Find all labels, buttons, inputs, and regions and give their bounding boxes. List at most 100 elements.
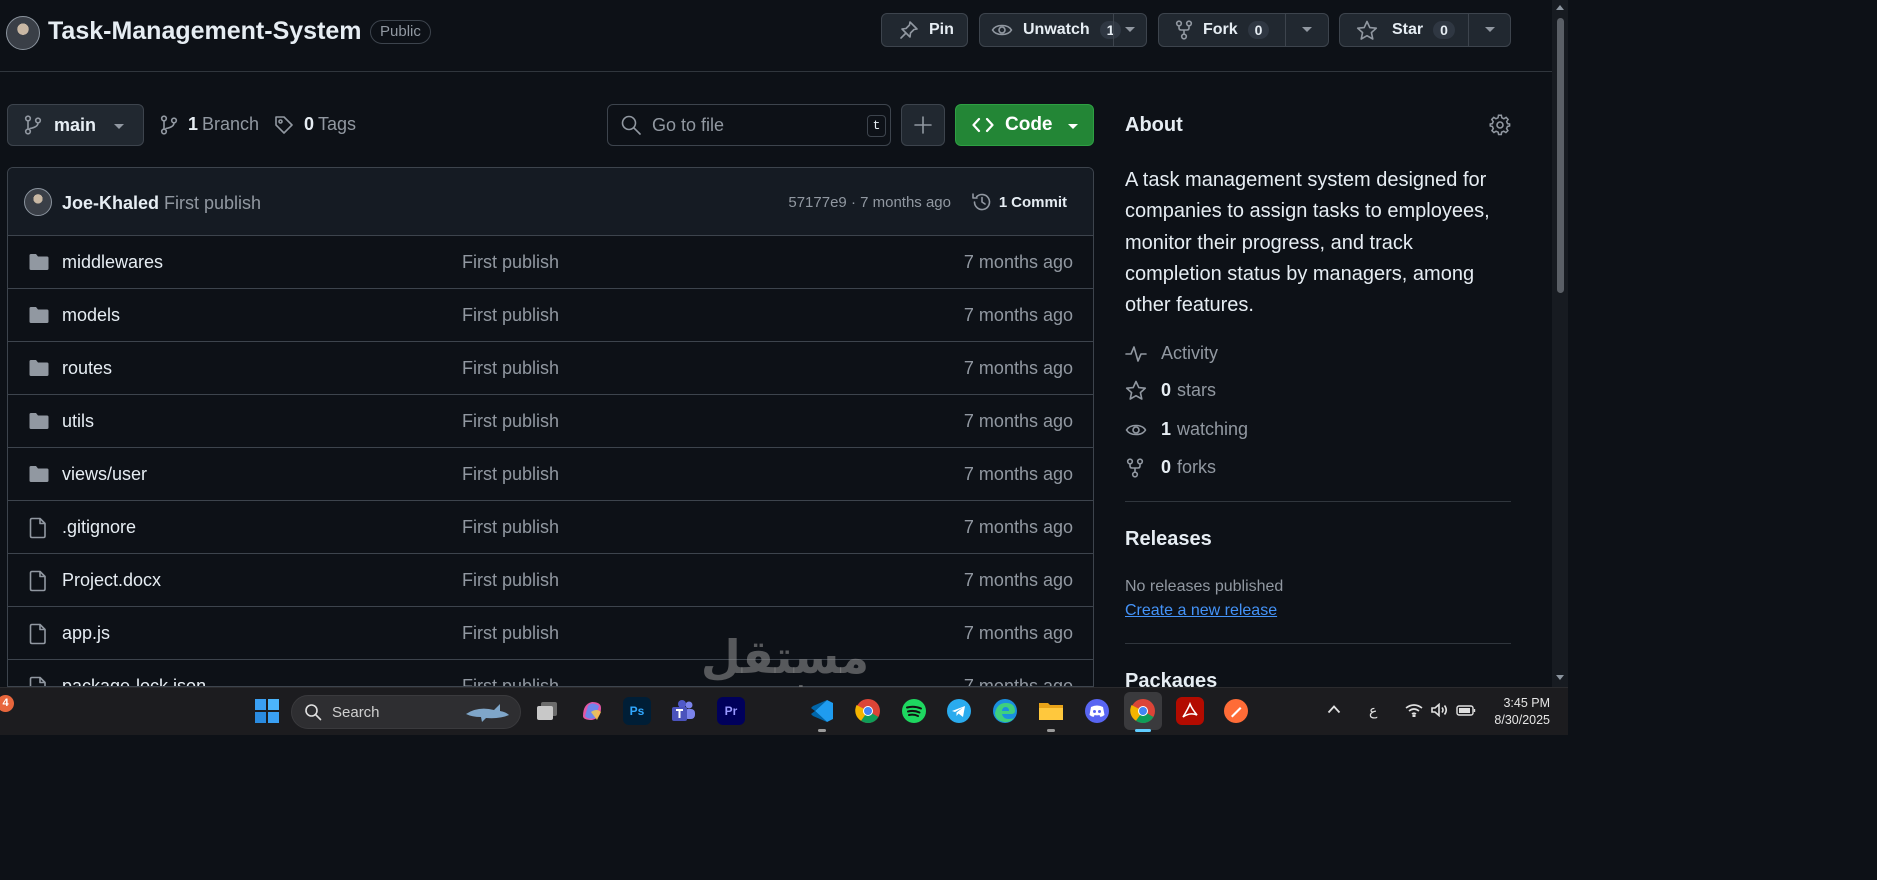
forks-link[interactable]: 0 forks [1125,457,1216,478]
chevron-down-icon[interactable] [1469,14,1511,46]
fork-label: Fork [1203,21,1238,38]
running-indicator [818,729,826,732]
file-name[interactable]: Project.docx [62,570,161,591]
commits-link[interactable]: 1 Commit [971,191,1067,213]
forks-label: forks [1177,457,1217,477]
forks-count: 0 [1161,457,1172,477]
teams-icon[interactable] [669,697,697,725]
add-file-button[interactable] [901,104,945,146]
chrome-icon[interactable] [854,697,882,725]
repo-header: Task-Management-System Public Pin Unwatc… [0,0,1552,72]
scroll-thumb[interactable] [1557,18,1564,293]
branches-link[interactable]: 1 Branch [160,114,259,135]
file-name[interactable]: views/user [62,464,147,485]
acrobat-icon[interactable] [1176,697,1204,725]
file-row[interactable]: models First publish 7 months ago [8,289,1093,342]
activity-link[interactable]: Activity [1125,343,1218,364]
stars-link[interactable]: 0 stars [1125,380,1216,401]
go-to-file-input[interactable] [652,114,852,136]
file-row[interactable]: app.js First publish 7 months ago [8,607,1093,660]
tag-count: 0 [304,114,315,134]
clock-time: 3:45 PM [1503,696,1550,710]
watching-link[interactable]: 1 watching [1125,419,1248,440]
keyboard-language[interactable]: ع [1369,702,1377,719]
file-commit-message[interactable]: First publish [462,411,559,432]
commit-message[interactable]: First publish [164,193,261,214]
file-commit-message[interactable]: First publish [462,570,559,591]
create-release-link[interactable]: Create a new release [1125,602,1277,620]
star-icon [1125,380,1147,401]
chevron-down-icon[interactable] [1114,14,1146,46]
file-explorer-icon[interactable] [1037,697,1065,725]
file-row[interactable]: views/user First publish 7 months ago [8,448,1093,501]
running-indicator [1047,729,1055,732]
discord-icon[interactable] [1083,697,1111,725]
file-row[interactable]: utils First publish 7 months ago [8,395,1093,448]
file-commit-message[interactable]: First publish [462,358,559,379]
file-name[interactable]: routes [62,358,112,379]
repo-title[interactable]: Task-Management-System [48,17,362,46]
file-row[interactable]: routes First publish 7 months ago [8,342,1093,395]
star-button[interactable]: Star 0 [1339,13,1511,47]
edge-icon[interactable] [991,697,1019,725]
task-view-icon[interactable] [533,697,561,725]
page-scrollbar[interactable] [1552,0,1568,687]
scroll-down-arrow[interactable] [1556,675,1564,680]
chevron-up-icon[interactable] [1327,704,1341,714]
taskbar-clock[interactable]: 3:45 PM 8/30/2025 [1494,695,1550,729]
chevron-down-icon[interactable] [1286,14,1328,46]
file-commit-message[interactable]: First publish [462,305,559,326]
file-row[interactable]: package-lock.json First publish 7 months a… [8,660,1093,686]
file-commit-date: 7 months ago [963,358,1073,378]
windows-taskbar: 4 Search Ps Pr ع 3:45 PM 8/30/2025 [0,687,1568,735]
taskbar-search[interactable]: Search [291,695,521,729]
file-commit-message[interactable]: First publish [462,464,559,485]
file-commit-message[interactable]: First publish [462,517,559,538]
fork-button[interactable]: Fork 0 [1158,13,1329,47]
tags-link[interactable]: 0 Tags [274,114,356,135]
wifi-icon[interactable] [1405,703,1423,717]
vscode-icon[interactable] [808,697,836,725]
file-row[interactable]: .gitignore First publish 7 months ago [8,501,1093,554]
unwatch-button[interactable]: Unwatch 1 [979,13,1147,47]
commit-author[interactable]: Joe-Khaled [62,193,159,214]
scroll-up-arrow[interactable] [1556,5,1564,10]
file-commit-message[interactable]: First publish [462,676,559,686]
file-icon [28,676,48,686]
file-name[interactable]: middlewares [62,252,163,273]
pin-button[interactable]: Pin [881,13,968,47]
fork-icon [1125,457,1147,478]
photoshop-icon[interactable]: Ps [623,697,651,725]
branch-selector[interactable]: main [7,104,144,146]
battery-icon[interactable] [1456,705,1476,716]
file-commit-message[interactable]: First publish [462,623,559,644]
releases-heading[interactable]: Releases [1125,528,1212,551]
commit-hash-time[interactable]: 57177e9 · 7 months ago [788,194,951,211]
premiere-icon[interactable]: Pr [717,697,745,725]
watching-count: 1 [1161,419,1172,439]
file-commit-date: 7 months ago [963,517,1073,537]
file-name[interactable]: utils [62,411,94,432]
file-commit-message[interactable]: First publish [462,252,559,273]
file-list: middlewares First publish 7 months ago mode… [8,236,1093,686]
folder-icon [28,252,50,272]
windows-start-icon[interactable] [253,697,281,725]
notification-badge[interactable]: 4 [0,695,14,712]
file-name[interactable]: app.js [62,623,110,644]
copilot-icon[interactable] [578,697,606,725]
file-name[interactable]: models [62,305,120,326]
file-name[interactable]: package-lock.json [62,676,206,686]
owner-avatar[interactable] [6,16,40,50]
chrome-profile-icon[interactable] [1124,692,1162,730]
spotify-icon[interactable] [900,697,928,725]
gear-icon[interactable] [1489,114,1511,136]
file-row[interactable]: Project.docx First publish 7 months ago [8,554,1093,607]
volume-icon[interactable] [1431,703,1449,717]
telegram-icon[interactable] [945,697,973,725]
file-row[interactable]: middlewares First publish 7 months ago [8,236,1093,289]
postman-icon[interactable] [1222,697,1250,725]
code-button[interactable]: Code [955,104,1094,146]
go-to-file[interactable]: t [607,104,891,146]
file-name[interactable]: .gitignore [62,517,136,538]
author-avatar[interactable] [24,188,52,216]
